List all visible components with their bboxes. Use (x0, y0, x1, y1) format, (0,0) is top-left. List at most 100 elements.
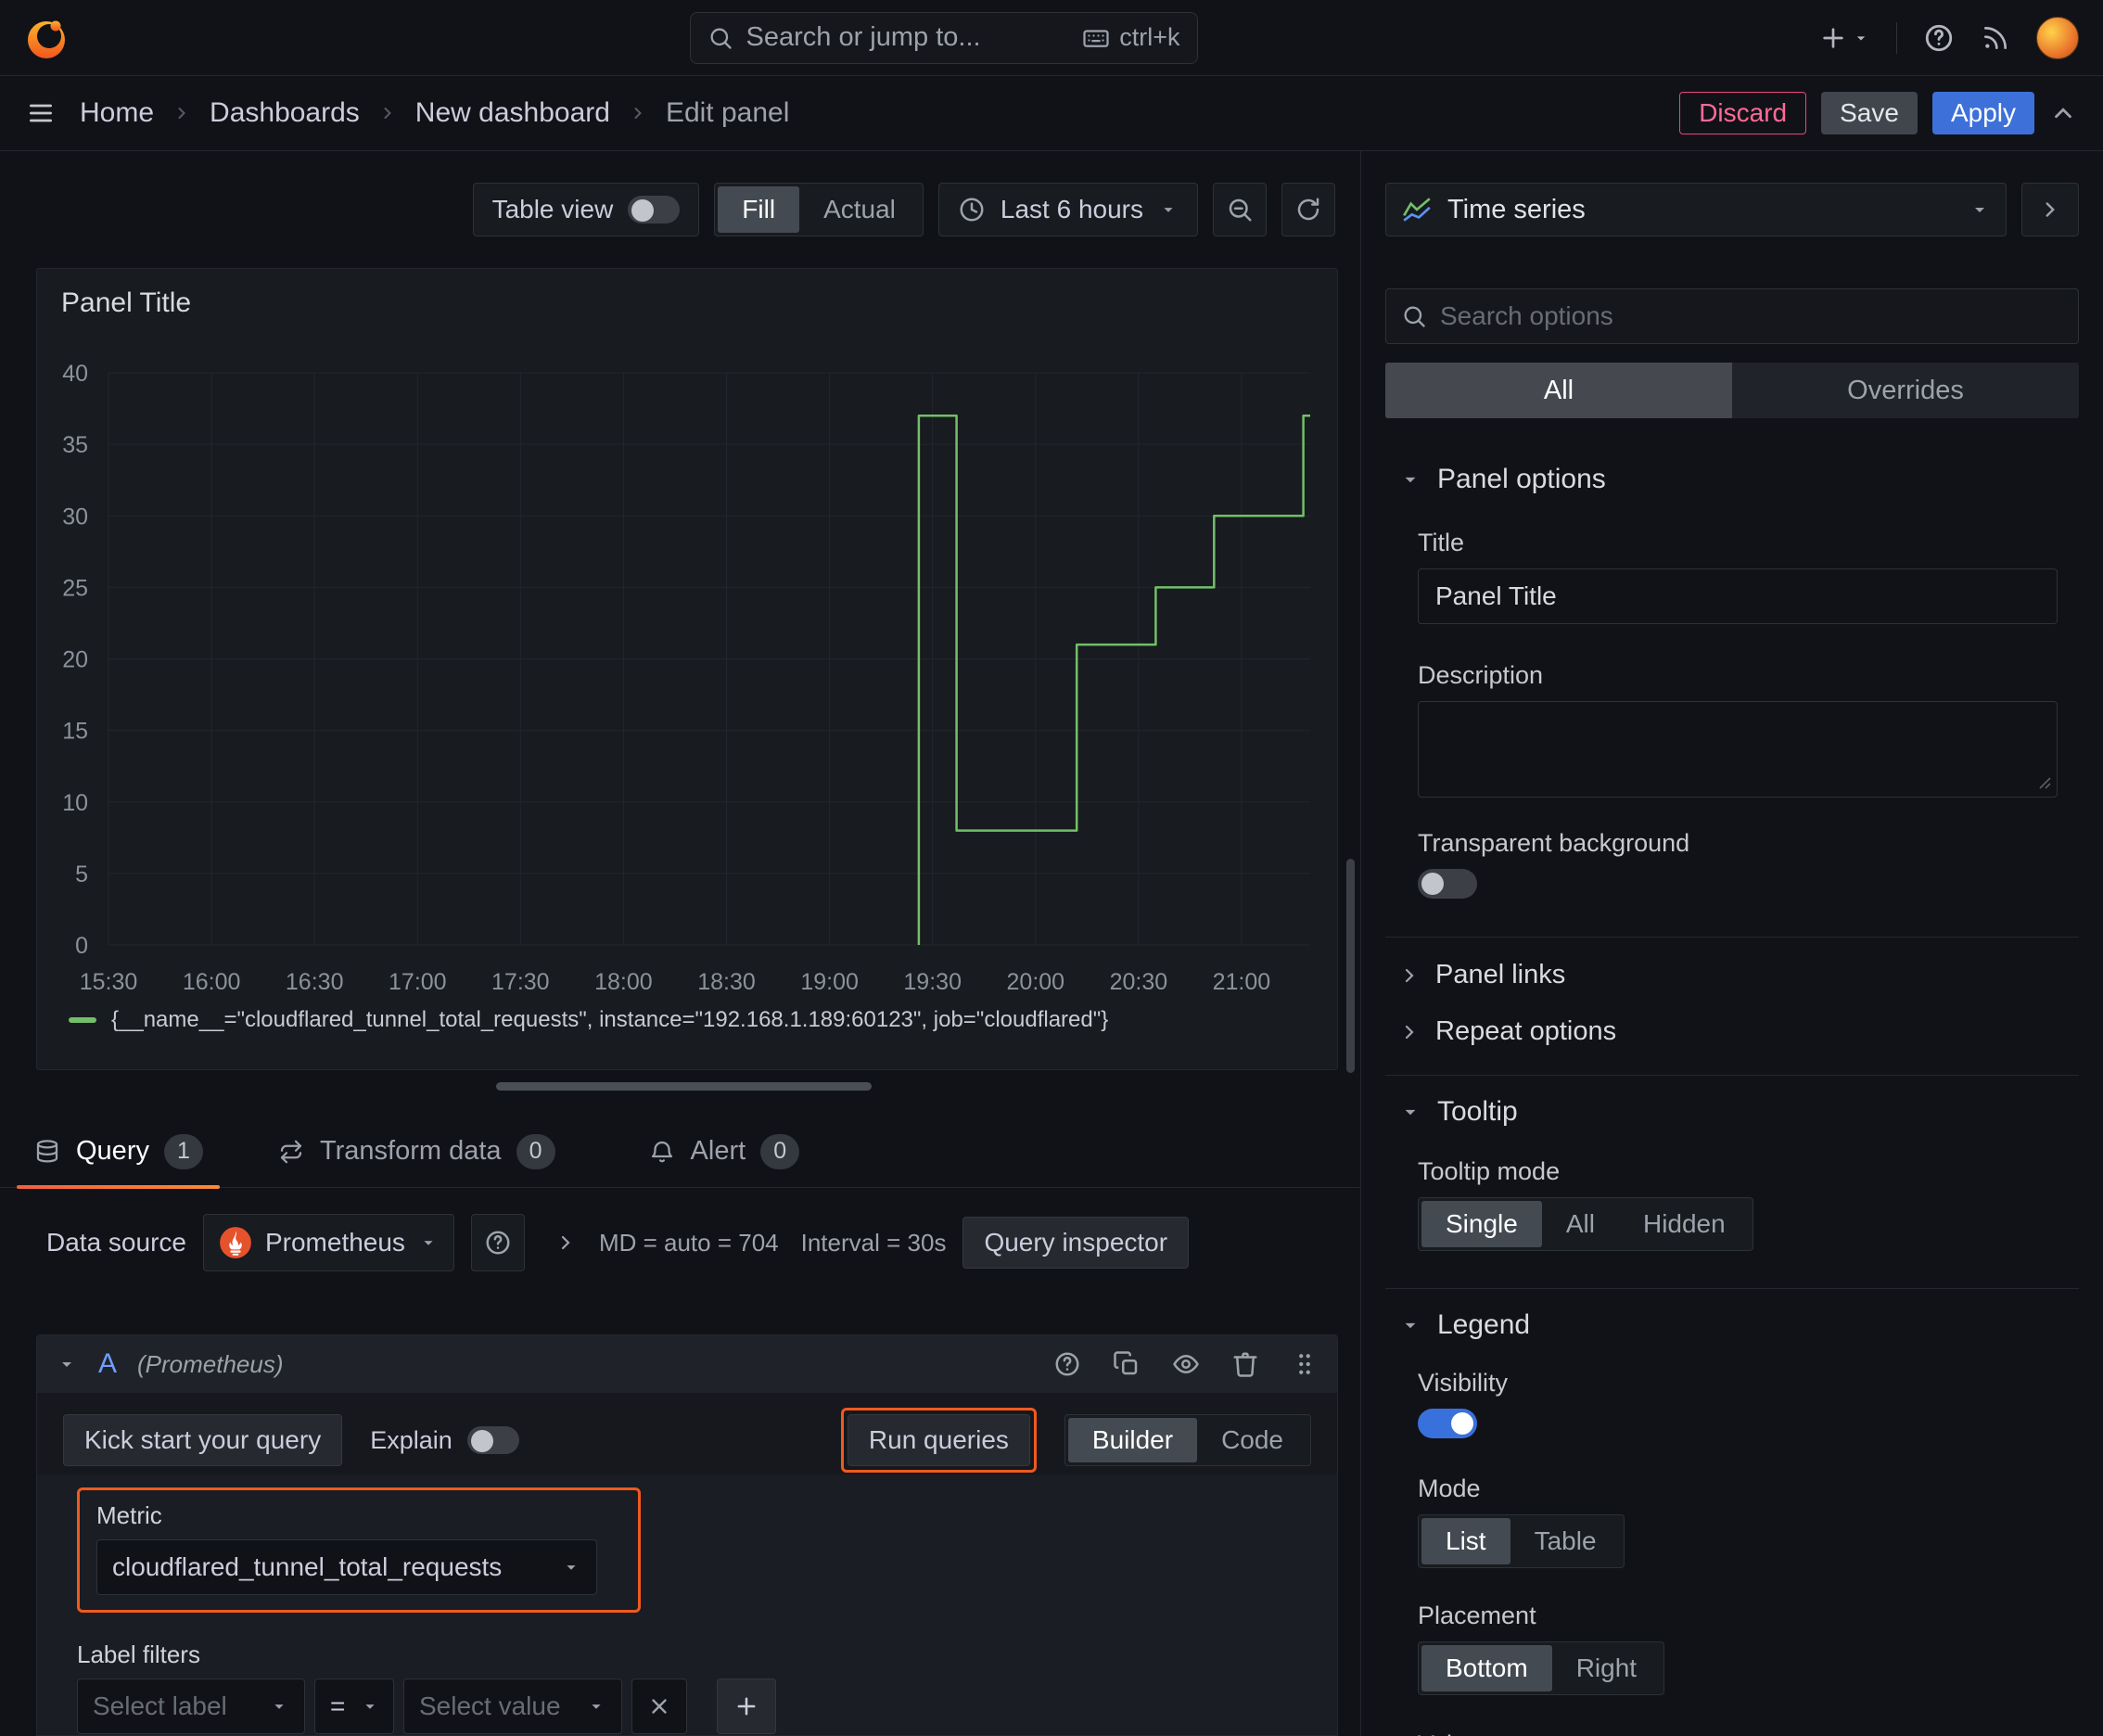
placement-bottom-option[interactable]: Bottom (1421, 1645, 1552, 1691)
explain-label: Explain (370, 1425, 452, 1454)
help-circle-icon[interactable] (1053, 1350, 1081, 1378)
legend-placement-field: Placement Bottom Right (1418, 1602, 2079, 1695)
trash-icon[interactable] (1231, 1350, 1259, 1378)
drag-handle-icon[interactable] (1291, 1350, 1319, 1378)
select-value-placeholder: Select value (419, 1691, 561, 1720)
grafana-logo[interactable] (24, 16, 69, 60)
caret-down-icon (1856, 35, 1866, 40)
remove-filter-button[interactable] (631, 1679, 687, 1734)
query-count-badge: 1 (163, 1133, 203, 1169)
time-series-chart[interactable]: 0 5 10 15 20 25 30 35 40 15:30 16:00 16:30 17:00 17:3… (37, 269, 1338, 1070)
breadcrumb-edit-panel: Edit panel (665, 97, 790, 128)
legend-mode-group: List Table (1418, 1514, 1625, 1568)
panel-description-textarea[interactable] (1418, 701, 2058, 798)
query-options-summary: MD = auto = 704 Interval = 30s (554, 1229, 946, 1257)
search-icon (710, 28, 732, 49)
collapse-options-button[interactable] (2049, 99, 2077, 127)
run-queries-button[interactable]: Run queries (847, 1414, 1030, 1466)
pane-resize-handle[interactable] (496, 1082, 872, 1091)
placement-right-option[interactable]: Right (1552, 1645, 1661, 1691)
options-search-input[interactable] (1440, 301, 2063, 331)
tab-alert[interactable]: Alert 0 (628, 1116, 821, 1187)
svg-text:18:00: 18:00 (594, 969, 653, 995)
legend-header-label: Legend (1437, 1309, 1531, 1340)
tooltip-all-option[interactable]: All (1542, 1201, 1619, 1247)
select-label-dropdown[interactable]: Select label (77, 1679, 305, 1734)
tab-query[interactable]: Query 1 (13, 1116, 223, 1189)
repeat-options-label: Repeat options (1435, 1016, 1617, 1046)
transparent-background-toggle[interactable] (1418, 869, 1477, 899)
panel-links-section[interactable]: Panel links (1398, 960, 2079, 990)
svg-text:0: 0 (75, 933, 88, 959)
save-button[interactable]: Save (1821, 92, 1918, 134)
new-menu-button[interactable] (1818, 23, 1870, 53)
tab-transform-data[interactable]: Transform data 0 (257, 1116, 576, 1187)
legend-series-name[interactable]: {__name__="cloudflared_tunnel_total_requ… (111, 1007, 1108, 1033)
label-filters-row: Select label = Select value (77, 1679, 1337, 1734)
breadcrumb-new-dashboard[interactable]: New dashboard (415, 97, 610, 129)
global-search[interactable]: ctrl+k (689, 11, 1198, 64)
explain-toggle[interactable] (466, 1426, 519, 1454)
metric-select[interactable]: cloudflared_tunnel_total_requests (96, 1539, 597, 1595)
explain-control: Explain (370, 1426, 519, 1455)
query-row-header[interactable]: A (Prometheus) (37, 1335, 1337, 1393)
breadcrumb-home[interactable]: Home (80, 97, 154, 129)
datasource-picker[interactable]: Prometheus (202, 1214, 454, 1271)
hide-response-eye-icon[interactable] (1172, 1350, 1200, 1378)
query-inspector-button[interactable]: Query inspector (962, 1217, 1190, 1269)
svg-text:16:00: 16:00 (183, 969, 241, 995)
svg-text:19:30: 19:30 (903, 969, 962, 995)
chevron-right-icon (384, 108, 391, 119)
tooltip-single-option[interactable]: Single (1421, 1201, 1542, 1247)
legend-section-header[interactable]: Legend (1398, 1309, 2079, 1341)
tooltip-section-header[interactable]: Tooltip (1398, 1096, 2079, 1128)
panel-title-input[interactable] (1418, 568, 2058, 624)
table-view-toggle[interactable] (628, 196, 681, 223)
chevron-right-icon (1405, 968, 1414, 982)
datasource-help-button[interactable] (470, 1214, 525, 1271)
caret-down-icon[interactable] (56, 1353, 78, 1375)
global-search-input[interactable] (746, 22, 1070, 53)
help-circle-icon (486, 1231, 510, 1255)
toggle-viz-picker-button[interactable] (2021, 183, 2079, 236)
actual-option[interactable]: Actual (799, 186, 920, 233)
caret-down-icon (592, 1704, 601, 1709)
select-value-dropdown[interactable]: Select value (403, 1679, 622, 1734)
panel-options-section-header[interactable]: Panel options (1398, 464, 2079, 495)
svg-text:35: 35 (62, 432, 88, 458)
chevron-right-icon (634, 108, 642, 119)
breadcrumb-dashboards[interactable]: Dashboards (210, 97, 360, 129)
tooltip-hidden-option[interactable]: Hidden (1619, 1201, 1750, 1247)
operator-dropdown[interactable]: = (314, 1679, 394, 1734)
mode-list-option[interactable]: List (1421, 1518, 1510, 1564)
code-option[interactable]: Code (1197, 1418, 1307, 1462)
mode-table-option[interactable]: Table (1510, 1518, 1621, 1564)
kick-start-query-button[interactable]: Kick start your query (63, 1414, 343, 1466)
time-range-label: Last 6 hours (1000, 195, 1143, 223)
caret-down-icon (365, 1704, 375, 1709)
apply-button[interactable]: Apply (1931, 92, 2034, 134)
options-search[interactable] (1385, 288, 2079, 344)
resize-grip-icon[interactable] (2037, 775, 2052, 790)
discard-button[interactable]: Discard (1679, 92, 1807, 134)
help-button[interactable] (1923, 22, 1955, 54)
duplicate-icon[interactable] (1113, 1350, 1141, 1378)
zoom-out-button[interactable] (1213, 183, 1267, 236)
news-button[interactable] (1981, 23, 2010, 53)
options-tab-overrides[interactable]: Overrides (1732, 363, 2079, 418)
chevron-right-icon[interactable] (554, 1232, 577, 1254)
visualization-picker[interactable]: Time series (1385, 183, 2007, 236)
time-range-picker[interactable]: Last 6 hours (937, 183, 1198, 236)
builder-option[interactable]: Builder (1067, 1418, 1198, 1462)
user-avatar[interactable] (2036, 16, 2079, 59)
legend-visibility-toggle[interactable] (1418, 1409, 1477, 1438)
refresh-button[interactable] (1281, 183, 1335, 236)
tooltip-header-label: Tooltip (1437, 1096, 1518, 1127)
zoom-out-icon (1229, 198, 1252, 222)
add-filter-button[interactable] (717, 1679, 776, 1734)
fill-option[interactable]: Fill (718, 186, 800, 233)
menu-toggle-button[interactable] (26, 98, 56, 128)
options-tab-all[interactable]: All (1385, 363, 1732, 418)
repeat-options-section[interactable]: Repeat options (1398, 1016, 2079, 1047)
left-pane-scrollbar[interactable] (1346, 859, 1355, 1073)
